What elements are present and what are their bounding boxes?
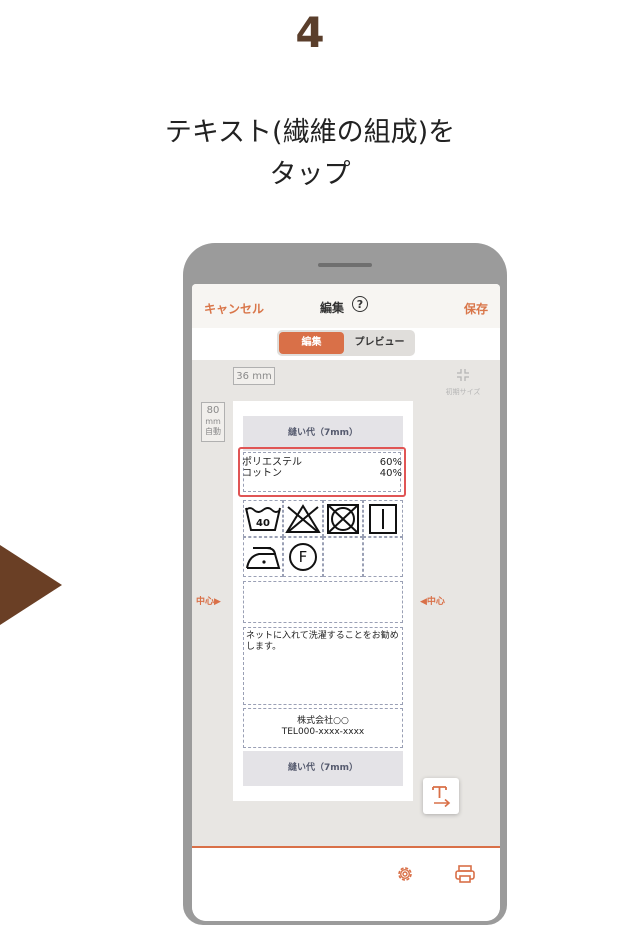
label-length-mode: 自動: [205, 427, 221, 436]
iron-icon: [246, 547, 281, 569]
gear-icon[interactable]: [395, 864, 415, 884]
fiber-composition-text[interactable]: ポリエステル 60% コットン 40%: [238, 447, 406, 497]
instruction-text: テキスト(繊維の組成)を タップ: [0, 112, 620, 196]
company-name: 株式会社○○: [297, 716, 349, 726]
help-circle-icon[interactable]: ?: [352, 296, 368, 312]
reset-size-label: 初期サイズ: [445, 388, 481, 396]
company-info-text[interactable]: 株式会社○○ TEL000-xxxx-xxxx: [243, 708, 403, 748]
navigation-bar: キャンセル 編集 ? 保存: [192, 284, 500, 328]
phone-frame: キャンセル 編集 ? 保存 編集 プレビュー 36 mm 80 mm 自動 初期…: [183, 243, 507, 925]
seam-allowance-bottom: 縫い代（7mm）: [243, 751, 403, 786]
wash-40-symbol-cell[interactable]: 40: [243, 500, 283, 537]
dry-clean-letter: F: [299, 548, 308, 566]
fiber-name: ポリエステル: [242, 457, 302, 468]
label-length-unit: mm: [205, 417, 221, 426]
company-tel: TEL000-xxxx-xxxx: [281, 727, 365, 737]
fiber-percent: 60%: [379, 457, 402, 468]
no-bleach-icon: [285, 503, 321, 533]
instruction-line-2: タップ: [269, 159, 351, 190]
empty-symbol-cell[interactable]: [323, 537, 363, 577]
label-length-chip[interactable]: 80 mm 自動: [201, 402, 225, 442]
tab-edit[interactable]: 編集: [279, 332, 344, 354]
add-text-button[interactable]: [423, 778, 459, 814]
label-width-chip[interactable]: 36 mm: [233, 367, 275, 385]
line-dry-icon: [369, 503, 397, 534]
dry-clean-f-icon: F: [289, 543, 317, 571]
label-canvas: 36 mm 80 mm 自動 初期サイズ 中心▶ ◀中心 縫い代（7mm） ポリ…: [192, 360, 500, 846]
cancel-button[interactable]: キャンセル: [204, 300, 264, 317]
add-text-icon: [432, 786, 451, 808]
shrink-arrows-icon: [457, 369, 469, 381]
wash-temperature: 40: [256, 518, 270, 529]
reset-size-button[interactable]: 初期サイズ: [436, 362, 490, 400]
wash-tub-icon: 40: [245, 506, 281, 531]
step-number: 4: [295, 8, 325, 57]
line-dry-symbol-cell[interactable]: [363, 500, 403, 537]
seam-allowance-top: 縫い代（7mm）: [243, 416, 403, 451]
fiber-name: コットン: [242, 468, 282, 479]
no-tumble-dry-symbol-cell[interactable]: [323, 500, 363, 537]
page-title: 編集: [320, 301, 345, 315]
bottom-toolbar: [192, 846, 500, 921]
tab-preview[interactable]: プレビュー: [346, 332, 413, 354]
dry-clean-symbol-cell[interactable]: F: [283, 537, 323, 577]
mode-segmented-control: 編集 プレビュー: [277, 330, 415, 356]
printer-icon[interactable]: [454, 864, 476, 884]
center-marker-right: ◀中心: [420, 597, 445, 607]
empty-symbol-cell[interactable]: [363, 537, 403, 577]
next-step-arrow-icon: [0, 545, 62, 625]
save-button[interactable]: 保存: [464, 300, 488, 317]
care-label-preview: 縫い代（7mm） ポリエステル 60% コットン 40% 40 F ネットに入れ…: [233, 401, 413, 801]
iron-symbol-cell[interactable]: [243, 537, 283, 577]
care-note-text[interactable]: ネットに入れて洗濯することをお勧めします。: [243, 627, 403, 705]
empty-text-block[interactable]: [243, 581, 403, 623]
app-screen: キャンセル 編集 ? 保存 編集 プレビュー 36 mm 80 mm 自動 初期…: [192, 284, 500, 921]
phone-speaker: [318, 263, 372, 267]
no-tumble-dry-icon: [327, 503, 359, 534]
label-length-value: 80: [206, 405, 220, 416]
center-marker-left: 中心▶: [196, 597, 221, 607]
no-bleach-symbol-cell[interactable]: [283, 500, 323, 537]
instruction-line-1: テキスト(繊維の組成)を: [164, 117, 456, 148]
fiber-percent: 40%: [379, 468, 402, 479]
